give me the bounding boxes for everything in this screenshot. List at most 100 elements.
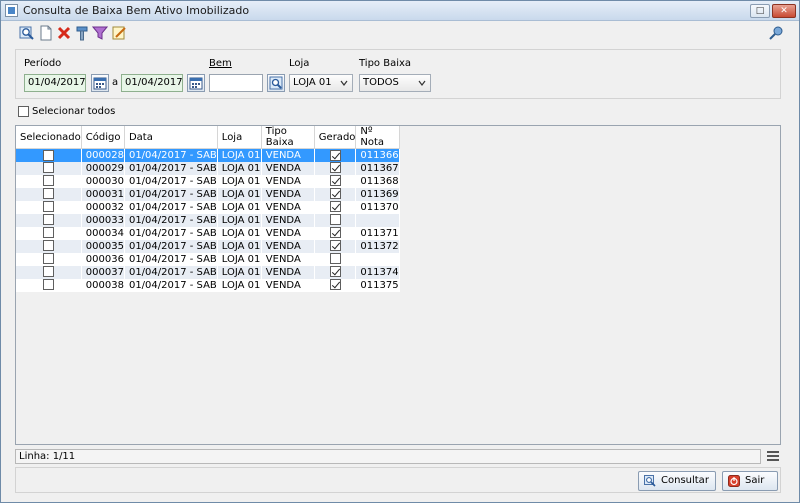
unchecked-box[interactable]: [42, 188, 54, 200]
menu-icon[interactable]: [767, 451, 779, 461]
table-row[interactable]: 000029 01/04/2017 - SAB LOJA 01 VENDA 011367: [16, 161, 401, 175]
tipo-baixa-select[interactable]: TODOS: [359, 74, 431, 92]
col-data[interactable]: Data: [124, 126, 218, 149]
row-loja: LOJA 01: [217, 252, 262, 266]
loja-select-value: LOJA 01: [293, 77, 332, 88]
row-codigo: 000036: [81, 252, 125, 266]
table-row[interactable]: 000034 01/04/2017 - SAB LOJA 01 VENDA 011371: [16, 226, 401, 240]
row-codigo: 000029: [81, 161, 125, 175]
bem-lookup-button[interactable]: [267, 74, 285, 92]
table-row[interactable]: 000035 01/04/2017 - SAB LOJA 01 VENDA 011372: [16, 239, 401, 253]
select-all-box[interactable]: [18, 105, 29, 117]
unchecked-box[interactable]: [42, 214, 54, 226]
unchecked-box[interactable]: [42, 279, 54, 291]
checked-box: [329, 201, 341, 213]
calendar-from-button[interactable]: [91, 74, 109, 92]
unchecked-box[interactable]: [42, 253, 54, 265]
row-select-checkbox[interactable]: [16, 226, 82, 240]
row-numero-nota: [355, 252, 401, 266]
row-data: 01/04/2017 - SAB: [124, 200, 218, 214]
row-numero-nota: 011366: [355, 148, 401, 162]
col-loja[interactable]: Loja: [217, 126, 262, 149]
bem-field[interactable]: [209, 74, 263, 92]
row-select-checkbox[interactable]: [16, 265, 82, 279]
status-bar: Linha: 1/11: [15, 449, 761, 464]
row-numero-nota: 011368: [355, 174, 401, 188]
row-select-checkbox[interactable]: [16, 148, 82, 162]
unchecked-box[interactable]: [42, 240, 54, 252]
table-row[interactable]: 000033 01/04/2017 - SAB LOJA 01 VENDA: [16, 213, 401, 227]
unchecked-box[interactable]: [42, 162, 54, 174]
key-icon[interactable]: [768, 25, 784, 41]
row-data: 01/04/2017 - SAB: [124, 148, 218, 162]
row-loja: LOJA 01: [217, 174, 262, 188]
unchecked-box[interactable]: [42, 201, 54, 213]
row-codigo: 000032: [81, 200, 125, 214]
row-gerado-checkbox: [314, 226, 357, 240]
row-numero-nota: 011367: [355, 161, 401, 175]
row-numero-nota: 011375: [355, 278, 401, 292]
row-select-checkbox[interactable]: [16, 174, 82, 188]
row-select-checkbox[interactable]: [16, 252, 82, 266]
new-doc-icon[interactable]: [38, 25, 54, 41]
table-row[interactable]: 000030 01/04/2017 - SAB LOJA 01 VENDA 011368: [16, 174, 401, 188]
table-row[interactable]: 000032 01/04/2017 - SAB LOJA 01 VENDA 011370: [16, 200, 401, 214]
row-data: 01/04/2017 - SAB: [124, 161, 218, 175]
table-row[interactable]: 000037 01/04/2017 - SAB LOJA 01 VENDA 011374: [16, 265, 401, 279]
consultar-button[interactable]: Consultar: [638, 471, 716, 491]
tools-icon[interactable]: [74, 25, 90, 41]
exit-icon: [728, 475, 740, 487]
calendar-to-button[interactable]: [187, 74, 205, 92]
table-row[interactable]: 000038 01/04/2017 - SAB LOJA 01 VENDA 011375: [16, 278, 401, 292]
unchecked-box[interactable]: [42, 227, 54, 239]
row-gerado-checkbox: [314, 239, 357, 253]
row-numero-nota: 011372: [355, 239, 401, 253]
row-numero-nota: [355, 213, 401, 227]
delete-icon[interactable]: [56, 25, 72, 41]
bem-label: Bem: [209, 58, 232, 69]
filter-panel: Período 01/04/2017 a 01/04/2017 Bem Loja…: [15, 49, 781, 99]
row-select-checkbox[interactable]: [16, 239, 82, 253]
row-tipo-baixa: VENDA: [261, 148, 315, 162]
date-from-field[interactable]: 01/04/2017: [24, 74, 86, 92]
col-selecionado[interactable]: Selecionado: [16, 126, 82, 149]
filter-icon[interactable]: [92, 25, 108, 41]
unchecked-box[interactable]: [42, 266, 54, 278]
unchecked-box[interactable]: [42, 149, 54, 161]
col-numero-nota[interactable]: Nº Nota: [355, 126, 401, 149]
date-to-field[interactable]: 01/04/2017: [121, 74, 183, 92]
col-gerado[interactable]: Gerado: [314, 126, 357, 149]
row-gerado-checkbox: [314, 161, 357, 175]
consultar-label: Consultar: [661, 475, 709, 486]
row-tipo-baixa: VENDA: [261, 239, 315, 253]
row-gerado-checkbox: [314, 252, 357, 266]
row-gerado-checkbox: [314, 200, 357, 214]
main-window: Consulta de Baixa Bem Ativo Imobilizado …: [0, 0, 800, 503]
row-loja: LOJA 01: [217, 148, 262, 162]
row-select-checkbox[interactable]: [16, 213, 82, 227]
col-tipo-baixa[interactable]: Tipo Baixa: [261, 126, 315, 149]
row-select-checkbox[interactable]: [16, 161, 82, 175]
select-all-checkbox[interactable]: Selecionar todos: [18, 104, 115, 118]
edit-icon[interactable]: [111, 25, 127, 41]
row-loja: LOJA 01: [217, 239, 262, 253]
button-bar: Consultar Sair: [15, 467, 781, 493]
restore-button[interactable]: □: [750, 4, 770, 18]
table-row[interactable]: 000028 01/04/2017 - SAB LOJA 01 VENDA 011366: [16, 148, 401, 162]
sair-button[interactable]: Sair: [722, 471, 778, 491]
row-data: 01/04/2017 - SAB: [124, 213, 218, 227]
periodo-label: Período: [24, 58, 62, 69]
unchecked-box[interactable]: [42, 175, 54, 187]
table-row[interactable]: 000031 01/04/2017 - SAB LOJA 01 VENDA 011369: [16, 187, 401, 201]
col-codigo[interactable]: Código: [81, 126, 125, 149]
close-button[interactable]: ✕: [772, 4, 796, 18]
table-row[interactable]: 000036 01/04/2017 - SAB LOJA 01 VENDA: [16, 252, 401, 266]
row-loja: LOJA 01: [217, 265, 262, 279]
row-select-checkbox[interactable]: [16, 187, 82, 201]
row-codigo: 000028: [81, 148, 125, 162]
search-icon[interactable]: [19, 25, 35, 41]
loja-select[interactable]: LOJA 01: [289, 74, 353, 92]
row-gerado-checkbox: [314, 174, 357, 188]
row-select-checkbox[interactable]: [16, 200, 82, 214]
row-select-checkbox[interactable]: [16, 278, 82, 292]
